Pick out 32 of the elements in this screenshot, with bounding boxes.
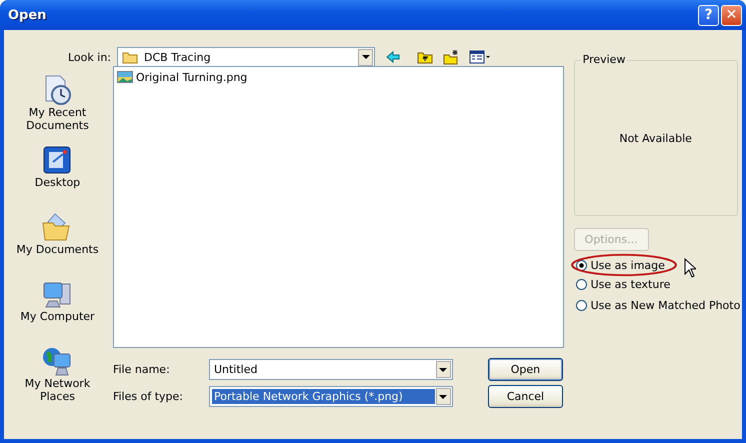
file-type-label: Files of type: [112,390,184,403]
radio-option[interactable]: Use as image [576,256,742,275]
cancel-button[interactable]: Cancel [488,385,563,408]
place-item[interactable]: My Network Places [12,345,102,403]
file-type-dropdown[interactable]: Portable Network Graphics (*.png) [208,386,453,407]
place-item[interactable]: My Computer [12,278,102,323]
network-globe-icon [41,345,74,377]
new-folder-icon[interactable] [443,49,459,65]
file-name-label: File name: [112,363,171,376]
open-button[interactable]: Open [488,358,563,381]
radio-option[interactable]: Use as New Matched Photo [576,296,742,315]
desktop-icon [41,144,74,176]
help-button[interactable]: ? [698,4,719,26]
look-in-dropdown[interactable]: DCB Tracing [117,46,375,68]
mouse-cursor-icon [684,258,696,278]
caret-icon [439,394,448,398]
preview-title: Preview [580,53,628,66]
file-item[interactable]: Original Turning.png [116,69,248,85]
caret-icon [439,368,448,372]
folder-icon [122,50,138,64]
place-item[interactable]: Desktop [12,144,102,189]
file-name-field[interactable]: Untitled [208,359,453,380]
look-in-label: Look in: [67,50,111,64]
window-title: Open [8,8,46,22]
preview-message: Not Available [619,132,692,144]
view-menu-icon[interactable] [469,49,491,65]
back-arrow-icon[interactable] [385,49,401,65]
place-item[interactable]: My Recent Documents [12,74,102,132]
radio-option[interactable]: Use as texture [576,275,742,294]
image-file-icon [116,70,133,84]
place-item[interactable]: My Documents [12,211,102,256]
caret-icon [362,55,370,59]
